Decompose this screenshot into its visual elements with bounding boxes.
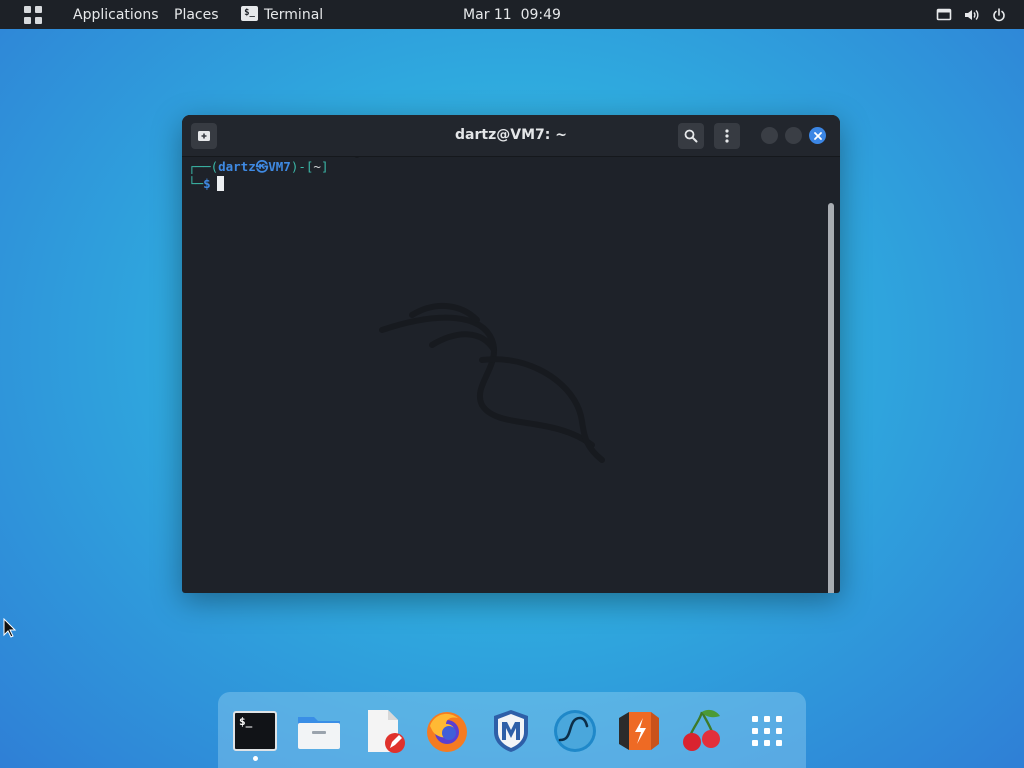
dock: $_	[218, 692, 806, 768]
prompt-user-host: dartz㉿VM7	[218, 159, 291, 174]
apps-grid-icon[interactable]	[24, 6, 42, 24]
clock[interactable]: Mar 11 09:49	[463, 7, 561, 23]
terminal-content[interactable]: ┌──(dartz㉿VM7)-[~] └─$	[182, 157, 840, 593]
prompt-frame-mid: )-[	[290, 159, 314, 174]
firefox-icon	[427, 712, 467, 752]
mouse-pointer-icon	[3, 618, 17, 638]
dock-firefox[interactable]	[424, 708, 470, 754]
terminal-window[interactable]: dartz@VM7: ~ ┌──(dartz㉿VM7)-[~] └─$	[182, 115, 840, 593]
top-bar: Applications Places $_ Terminal Mar 11 0…	[0, 0, 1024, 29]
search-icon	[684, 129, 698, 143]
text-cursor	[216, 176, 224, 191]
scrollbar[interactable]	[828, 203, 834, 593]
cherry-icon	[683, 709, 720, 751]
menu-button[interactable]	[714, 123, 740, 149]
prompt-path: ~	[313, 159, 321, 174]
minimize-button[interactable]	[761, 127, 778, 144]
dock-metasploit[interactable]	[488, 708, 534, 754]
search-button[interactable]	[678, 123, 704, 149]
prompt-frame-close: ]	[320, 159, 329, 174]
dock-text-editor[interactable]	[360, 708, 406, 754]
maximize-button[interactable]	[785, 127, 802, 144]
prompt-symbol: $	[203, 176, 211, 191]
burpsuite-icon	[619, 712, 659, 750]
applications-menu[interactable]: Applications	[73, 6, 159, 24]
volume-icon[interactable]	[964, 6, 980, 24]
prompt-line-2: └─$	[188, 175, 224, 192]
power-icon[interactable]	[992, 6, 1006, 24]
places-menu[interactable]: Places	[174, 6, 219, 24]
dock-burpsuite[interactable]	[616, 708, 662, 754]
dock-wireshark[interactable]	[552, 708, 598, 754]
dock-cherrytree[interactable]	[680, 708, 726, 754]
close-icon	[813, 131, 822, 140]
prompt-frame-open: ┌──(	[188, 159, 219, 174]
active-app-label[interactable]: Terminal	[264, 6, 323, 24]
running-indicator	[253, 756, 258, 761]
display-icon[interactable]	[936, 6, 952, 24]
metasploit-icon	[494, 710, 528, 752]
new-tab-button[interactable]	[191, 123, 217, 149]
terminal-icon: $_	[233, 711, 277, 751]
text-editor-icon	[368, 710, 405, 753]
new-tab-icon	[198, 131, 210, 141]
terminal-app-icon[interactable]: $_	[241, 6, 258, 21]
close-button[interactable]	[809, 127, 826, 144]
folder-icon	[298, 717, 340, 749]
app-grid-icon	[752, 716, 782, 746]
window-title: dartz@VM7: ~	[455, 127, 567, 143]
kebab-menu-icon	[725, 129, 729, 143]
dock-files[interactable]	[296, 708, 342, 754]
prompt-corner: └─	[188, 176, 204, 191]
prompt-line-1: ┌──(dartz㉿VM7)-[~]	[188, 158, 328, 175]
terminal-icon-text: $_	[239, 715, 253, 728]
dock-terminal[interactable]: $_	[232, 708, 278, 754]
dock-show-applications[interactable]	[744, 708, 790, 754]
terminal-headerbar[interactable]: dartz@VM7: ~	[182, 115, 840, 157]
wireshark-icon	[554, 710, 596, 752]
